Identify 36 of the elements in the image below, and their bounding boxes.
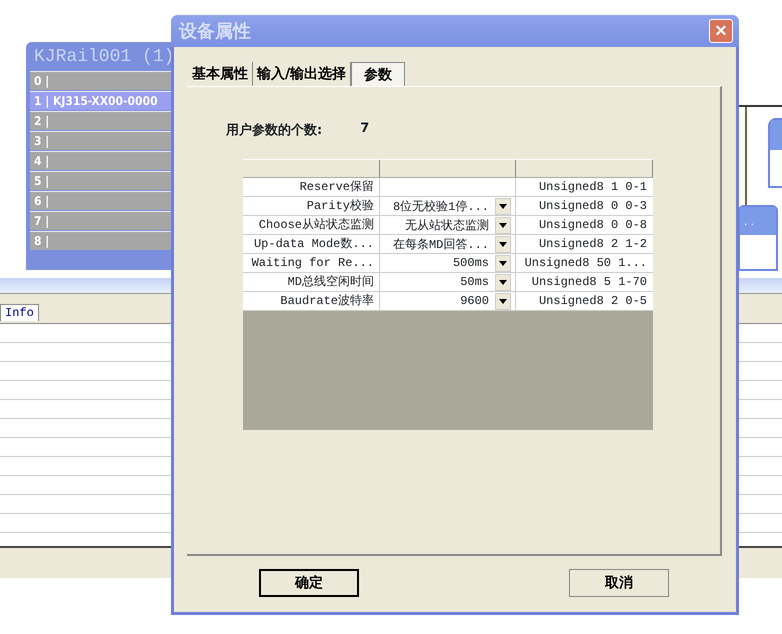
parameter-name: Parity校验: [243, 197, 380, 215]
tab[interactable]: 参数: [351, 62, 406, 86]
window-title: . .: [740, 207, 776, 235]
parameter-type: Unsigned8 0 0-8: [538, 217, 648, 234]
parameter-value: 50ms: [460, 275, 490, 289]
parameter-value: 9600: [460, 294, 490, 308]
parameter-name: MD总线空闲时间: [243, 273, 380, 291]
value-dropdown[interactable]: 无从站状态监测: [380, 216, 515, 234]
count-label: 用户参数的个数:: [226, 122, 322, 139]
parameter-value: 8位无校验1停...: [392, 198, 490, 214]
parameter-type: Unsigned8 50 1...: [524, 255, 648, 272]
value-dropdown[interactable]: 9600: [380, 292, 515, 310]
parameter-name: Up-data Mode数...: [243, 235, 380, 253]
parameter-type: Unsigned8 2 1-2: [538, 236, 648, 253]
value-dropdown[interactable]: 在每条MD回答...: [380, 236, 515, 252]
parameter-type: Unsigned8 0 0-3: [538, 198, 648, 215]
parameter-type: Unsigned8 2 0-5: [538, 293, 648, 310]
parameter-name: Waiting for Re...: [243, 254, 380, 272]
count-value: 7: [360, 121, 370, 138]
parameter-value: 在每条MD回答...: [392, 236, 490, 252]
side-window: [768, 118, 782, 188]
value-dropdown[interactable]: 8位无校验1停...: [380, 198, 515, 214]
parameter-value: 无从站状态监测: [405, 218, 490, 234]
info-tab[interactable]: Info: [0, 304, 39, 321]
ok-button[interactable]: 确定: [259, 569, 359, 597]
cancel-button[interactable]: 取消: [569, 569, 669, 597]
parameter-name: Reserve保留: [243, 178, 380, 196]
parameter-type: Unsigned8 5 1-70: [530, 274, 648, 291]
parameter-type: Unsigned8 1 0-1: [538, 179, 648, 196]
value-dropdown[interactable]: 500ms: [380, 254, 515, 272]
value-dropdown[interactable]: 50ms: [380, 274, 515, 290]
parameter-value: 500ms: [452, 256, 490, 270]
parameter-name: Baudrate波特率: [243, 292, 380, 310]
dialog-title: 设备属性: [179, 20, 251, 43]
tab[interactable]: 基本属性: [188, 62, 253, 86]
parameter-name: Choose从站状态监测: [243, 216, 380, 234]
